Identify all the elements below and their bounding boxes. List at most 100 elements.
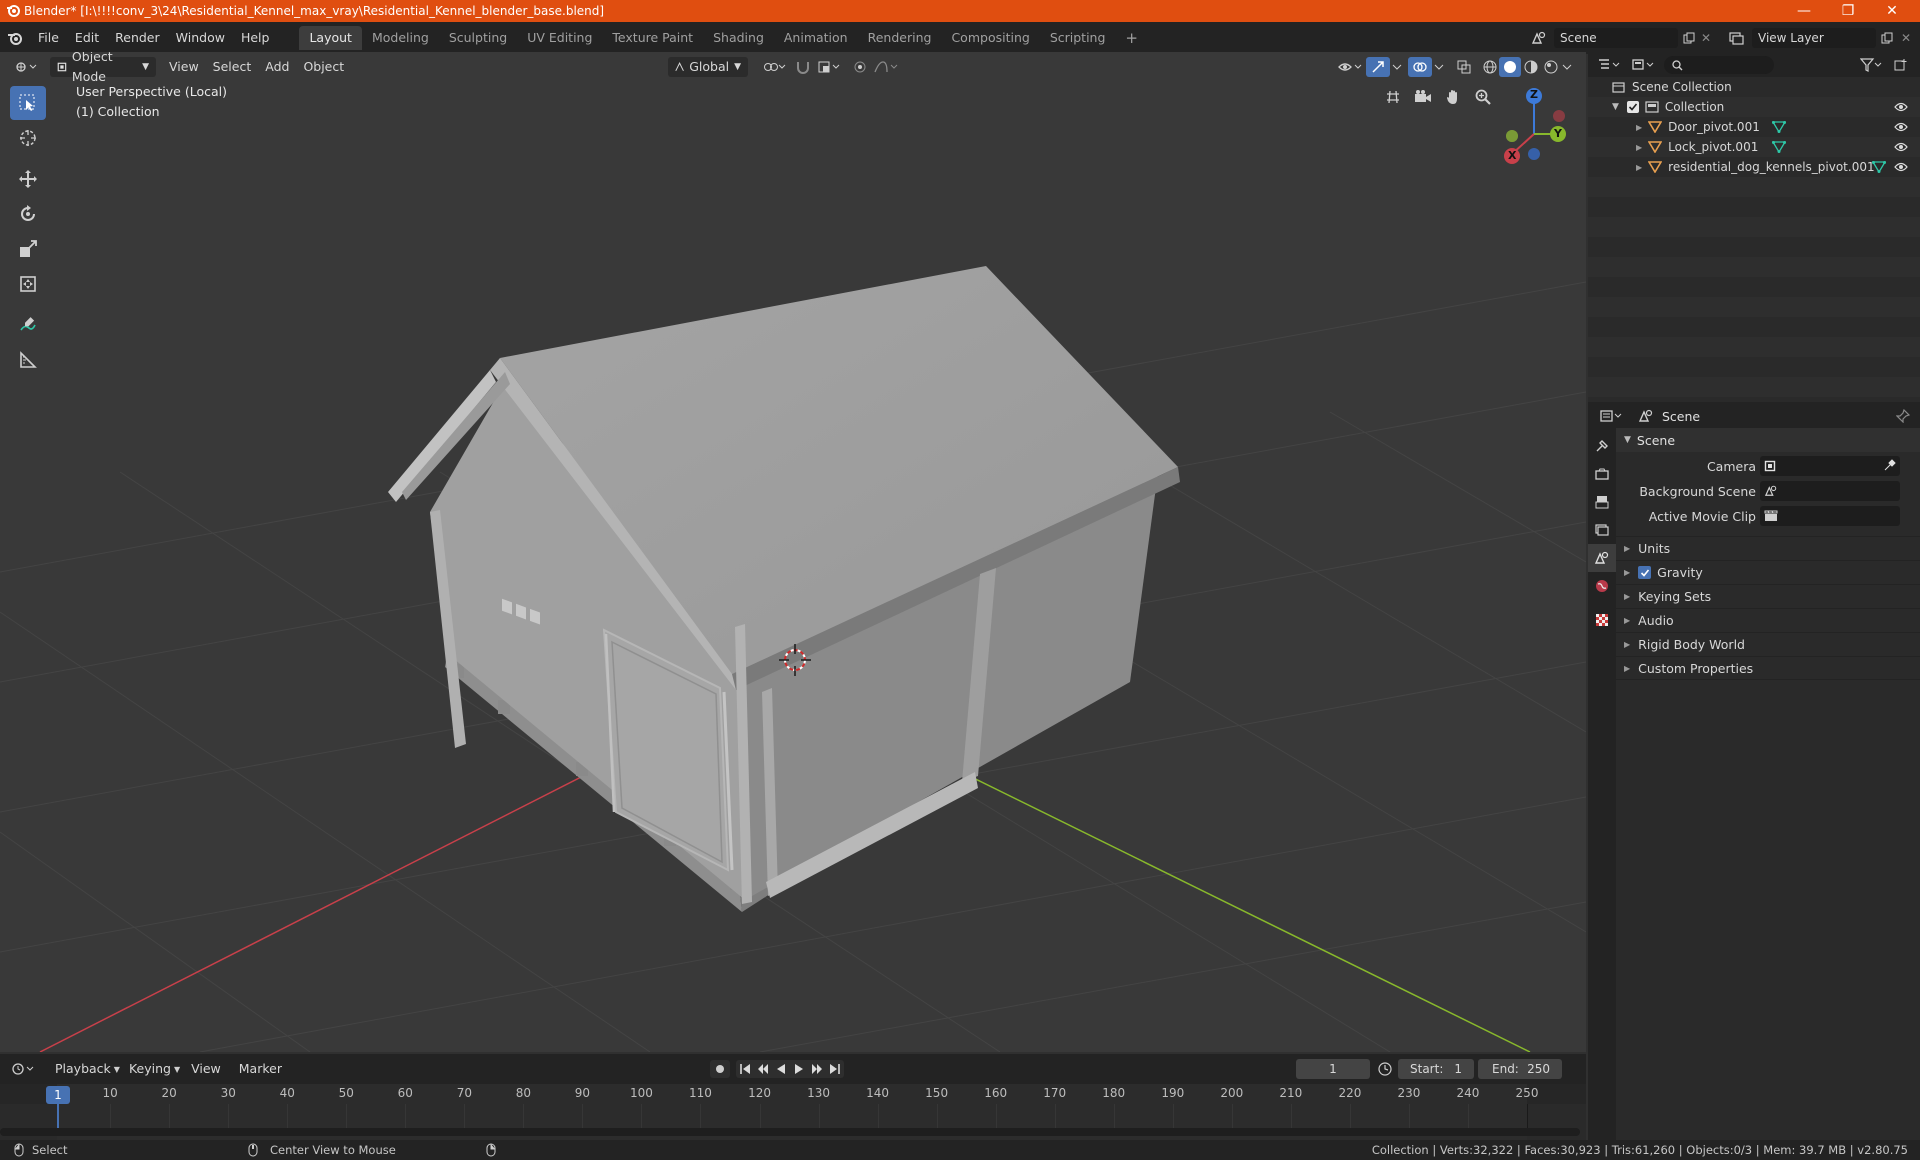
measure-tool-icon[interactable] [10,343,46,377]
gizmo-toggle-icon[interactable] [1366,57,1390,77]
wireframe-shading-icon[interactable] [1480,57,1500,77]
view-layer-field[interactable]: View Layer [1752,28,1876,48]
background-scene-field[interactable] [1760,481,1900,501]
toggle-ortho-grid-icon[interactable] [1380,84,1406,110]
tab-compositing[interactable]: Compositing [941,26,1039,50]
new-scene-icon[interactable] [1680,28,1698,48]
outliner-editor-type-icon[interactable] [1598,58,1622,72]
viewport-menu-select[interactable]: Select [206,57,259,77]
tab-output-icon[interactable] [1588,488,1616,516]
audio-panel-header[interactable]: ▶ Audio [1616,608,1920,632]
tab-texture-paint[interactable]: Texture Paint [602,26,703,50]
end-frame-field[interactable]: End: 250 [1478,1059,1562,1079]
menu-window[interactable]: Window [168,27,233,49]
jump-keyframe-back-icon[interactable] [757,1063,769,1075]
remove-view-layer-icon[interactable]: ✕ [1898,28,1914,48]
transform-tool-icon[interactable] [10,267,46,301]
viewport-scene[interactable] [0,52,1586,1052]
tab-sculpting[interactable]: Sculpting [439,26,517,50]
current-frame-field[interactable]: 1 [1296,1059,1370,1079]
play-reverse-icon[interactable] [775,1063,787,1075]
scene-panel-header[interactable]: ▼ Scene [1616,428,1920,452]
jump-start-icon[interactable] [739,1063,751,1075]
rigid-body-world-panel-header[interactable]: ▶ Rigid Body World [1616,632,1920,656]
scene-field[interactable]: Scene [1554,28,1678,48]
new-view-layer-icon[interactable] [1878,28,1896,48]
outliner-row-kennel-pivot[interactable]: ▶ residential_dog_kennels_pivot.001 [1588,157,1920,177]
solid-shading-icon[interactable] [1499,57,1521,77]
outliner-row-lock-pivot[interactable]: ▶ Lock_pivot.001 [1588,137,1920,157]
snap-target-icon[interactable] [810,57,850,77]
shading-dropdown-icon[interactable] [1560,57,1574,77]
tab-scripting[interactable]: Scripting [1040,26,1116,50]
properties-editor-type-icon[interactable] [1600,409,1624,423]
editor-type-icon[interactable] [8,57,44,77]
outliner-row-door-pivot[interactable]: ▶ Door_pivot.001 [1588,117,1920,137]
scale-tool-icon[interactable] [10,232,46,266]
gravity-checkbox[interactable] [1638,566,1652,579]
timeline-menu-marker[interactable]: Marker [232,1059,289,1079]
cursor-tool-icon[interactable] [10,121,46,155]
jump-keyframe-forward-icon[interactable] [811,1063,823,1075]
custom-properties-panel-header[interactable]: ▶ Custom Properties [1616,656,1920,680]
view-layer-icon[interactable] [1724,28,1750,48]
filter-icon[interactable] [1860,58,1884,72]
camera-view-icon[interactable] [1410,84,1436,110]
overlays-toggle-icon[interactable] [1408,57,1432,77]
eye-icon[interactable] [1894,162,1908,172]
menu-edit[interactable]: Edit [67,27,107,49]
menu-file[interactable]: File [30,27,67,49]
material-shading-icon[interactable] [1521,57,1541,77]
tab-world-icon[interactable] [1588,572,1616,600]
expand-arrow-icon[interactable]: ▼ [1612,102,1619,112]
keying-sets-panel-header[interactable]: ▶ Keying Sets [1616,584,1920,608]
annotate-tool-icon[interactable] [10,308,46,342]
rotate-tool-icon[interactable] [10,197,46,231]
mode-dropdown[interactable]: Object Mode ▼ [50,52,156,84]
tab-modeling[interactable]: Modeling [362,26,439,50]
tab-texture-icon[interactable] [1588,606,1616,634]
pan-view-hand-icon[interactable] [1440,84,1466,110]
start-frame-field[interactable]: Start: 1 [1398,1059,1474,1079]
tab-tool-icon[interactable] [1588,432,1616,460]
outliner-row-collection[interactable]: ▼ Collection [1588,97,1920,117]
tab-animation[interactable]: Animation [774,26,858,50]
tab-layout[interactable]: Layout [299,26,362,50]
add-workspace-icon[interactable]: + [1115,26,1148,50]
tab-scene-icon[interactable] [1588,544,1616,572]
timeline-menu-keying[interactable]: Keying [122,1059,178,1079]
timeline-menu-view[interactable]: View [184,1059,228,1079]
menu-help[interactable]: Help [233,27,278,49]
eye-icon[interactable] [1894,122,1908,132]
move-tool-icon[interactable] [10,162,46,196]
restore-icon[interactable]: ❐ [1826,0,1870,22]
eye-icon[interactable] [1894,102,1908,112]
new-collection-icon[interactable] [1894,58,1908,72]
minimize-icon[interactable]: — [1782,0,1826,22]
close-icon[interactable]: ✕ [1870,0,1914,22]
xray-icon[interactable] [1454,57,1474,77]
3d-viewport[interactable]: Z X Y Object Mode ▼ View Select Add Obje… [0,52,1586,1052]
pin-icon[interactable] [1896,409,1910,423]
gizmo-dropdown-icon[interactable] [1390,57,1404,77]
falloff-icon[interactable] [866,57,908,77]
panel-collapse-icon[interactable]: ▼ [1624,435,1631,445]
expand-arrow-icon[interactable]: ▶ [1636,123,1642,132]
viewport-menu-add[interactable]: Add [258,57,296,77]
tab-view-layer-icon[interactable] [1588,516,1616,544]
camera-field[interactable] [1760,456,1900,476]
timeline-menu-playback[interactable]: Playback [48,1059,118,1079]
auto-keying-record-icon[interactable] [710,1060,730,1078]
viewport-menu-object[interactable]: Object [296,57,351,77]
tab-render-icon[interactable] [1588,460,1616,488]
viewport-menu-view[interactable]: View [162,57,206,77]
panel-expand-icon[interactable]: ▶ [1624,640,1630,649]
remove-scene-icon[interactable]: ✕ [1698,28,1714,48]
expand-arrow-icon[interactable]: ▶ [1636,143,1642,152]
tab-rendering[interactable]: Rendering [858,26,942,50]
panel-expand-icon[interactable]: ▶ [1624,616,1630,625]
expand-arrow-icon[interactable]: ▶ [1636,163,1642,172]
panel-expand-icon[interactable]: ▶ [1624,592,1630,601]
active-movie-clip-field[interactable] [1760,506,1900,526]
panel-expand-icon[interactable]: ▶ [1624,568,1630,577]
